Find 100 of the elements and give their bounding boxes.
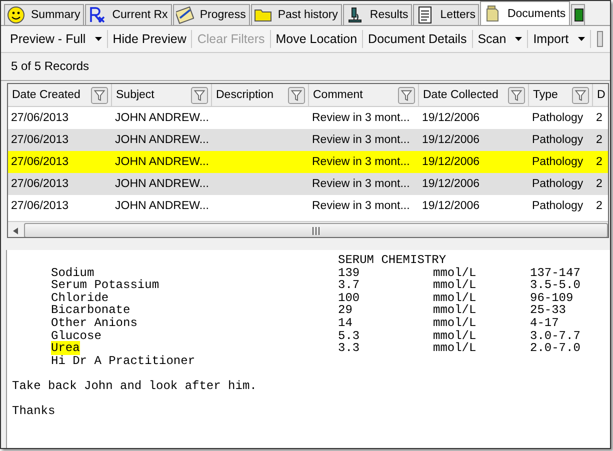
table-cell: 19/12/2006 — [422, 178, 480, 190]
reference-range: 2.0-7.0 — [530, 342, 582, 355]
tab[interactable]: Documents — [480, 1, 570, 25]
tab[interactable]: Current Rx — [85, 4, 172, 25]
toolbar-button[interactable]: Document Details — [363, 30, 472, 48]
table-cell: 19/12/2006 — [422, 112, 480, 124]
table-cell: 2 — [596, 112, 602, 124]
reference-range: 3.5-5.0 — [530, 279, 582, 292]
table-cell: JOHN ANDREW... — [115, 134, 209, 146]
test-unit: mmol/L — [433, 316, 478, 330]
table-row[interactable]: 27/06/2013 JOHN ANDREW... Review in 3 mont... 19/12/2006 Pathology 2 — [8, 151, 608, 173]
letter-text: Thanks — [12, 405, 56, 418]
table-cell: 27/06/2013 — [11, 134, 69, 146]
smiley-icon — [7, 6, 25, 24]
table-cell: Pathology — [532, 200, 584, 212]
tab[interactable]: Summary — [4, 4, 84, 25]
table-cell: 19/12/2006 — [422, 200, 480, 212]
microscope-icon — [346, 6, 364, 24]
greeting-text: Hi Dr A Practitioner — [51, 354, 196, 368]
test-name: Sodium — [51, 266, 94, 280]
table-cell: Pathology — [532, 112, 584, 124]
filter-icon[interactable] — [508, 86, 525, 104]
table-cell: Pathology — [532, 156, 584, 168]
table-cell: Review in 3 mont... — [312, 156, 410, 168]
tab[interactable]: Progress — [172, 4, 250, 25]
table-cell: Review in 3 mont... — [312, 178, 410, 190]
dropdown-button[interactable]: Scan — [472, 30, 528, 48]
rx-icon — [88, 6, 106, 24]
table-cell: 27/06/2013 — [11, 112, 69, 124]
column-header[interactable]: Description — [212, 84, 309, 106]
column-header[interactable]: Subject — [112, 84, 212, 106]
tab[interactable]: Past history — [250, 4, 342, 25]
test-unit: mmol/L — [433, 266, 478, 280]
caret-icon — [578, 37, 585, 41]
test-name: Urea — [51, 341, 80, 356]
table-cell: 27/06/2013 — [11, 178, 69, 190]
notepad-pen-icon — [176, 6, 194, 24]
table-row[interactable]: 27/06/2013 JOHN ANDREW... Review in 3 mont... 19/12/2006 Pathology 2 — [8, 129, 608, 151]
dropdown-button[interactable]: Import — [528, 30, 590, 48]
test-unit: mmol/L — [433, 330, 478, 342]
table-cell: Review in 3 mont... — [312, 200, 410, 212]
table-cell: 19/12/2006 — [422, 156, 480, 168]
test-name: Chloride — [51, 290, 109, 305]
table-cell: Review in 3 mont... — [312, 134, 410, 146]
caret-icon — [94, 37, 102, 41]
filter-icon[interactable] — [191, 86, 208, 104]
table-cell: 27/06/2013 — [11, 156, 69, 168]
test-value: 3.7 — [338, 279, 361, 292]
test-name: Serum Potassium — [51, 278, 160, 292]
scroll-left-icon[interactable] — [13, 226, 18, 234]
table-cell: 2 — [596, 134, 602, 146]
test-unit: mmol/L — [433, 342, 478, 355]
test-value: 5.3 — [338, 330, 361, 342]
column-header[interactable]: Date Created — [8, 84, 112, 106]
table-cell: JOHN ANDREW... — [115, 178, 209, 190]
column-header[interactable]: D — [593, 84, 608, 106]
table-cell: Pathology — [532, 178, 584, 190]
test-unit: mmol/L — [433, 292, 478, 304]
test-value: 3.3 — [338, 342, 361, 355]
document-icon — [416, 6, 434, 24]
reference-range: 25-33 — [530, 304, 568, 317]
table-cell: 2 — [596, 156, 602, 168]
dropdown-button[interactable]: Preview - Full — [5, 30, 107, 48]
filter-icon[interactable] — [398, 86, 415, 104]
table-row[interactable]: 27/06/2013 JOHN ANDREW... Review in 3 mont... 19/12/2006 Pathology 2 — [8, 173, 608, 195]
toolbar-button[interactable] — [596, 31, 603, 47]
test-value: 100 — [338, 292, 361, 304]
column-header[interactable]: Type — [529, 84, 593, 106]
column-header[interactable]: Comment — [309, 84, 419, 106]
table-cell: Pathology — [532, 134, 584, 146]
tab[interactable]: Results — [342, 4, 412, 25]
test-value: 139 — [338, 266, 361, 280]
test-unit: mmol/L — [433, 279, 478, 292]
test-value: 14 — [338, 316, 354, 330]
toolbar-button[interactable]: Move Location — [270, 30, 362, 48]
table-cell: 2 — [596, 178, 602, 190]
record-count: 5 of 5 Records — [1, 53, 610, 81]
reference-range: 4-17 — [530, 316, 560, 330]
table-cell: JOHN ANDREW... — [115, 156, 209, 168]
filter-icon[interactable] — [572, 86, 589, 104]
report-heading: SERUM CHEMISTRY — [338, 254, 448, 267]
caret-icon — [515, 37, 522, 41]
column-header[interactable]: Date Collected — [419, 84, 529, 106]
filter-icon[interactable] — [288, 86, 305, 104]
table-cell: 19/12/2006 — [422, 134, 480, 146]
test-name: Bicarbonate — [51, 303, 130, 318]
tab[interactable]: Letters — [413, 4, 480, 25]
table-cell: 2 — [596, 200, 602, 212]
test-unit: mmol/L — [433, 304, 478, 317]
table-cell: JOHN ANDREW... — [115, 200, 209, 212]
reference-range: 96-109 — [530, 292, 574, 304]
toolbar-button[interactable]: Hide Preview — [108, 30, 192, 48]
test-value: 29 — [338, 304, 354, 317]
reference-range: 3.0-7.7 — [530, 330, 582, 342]
test-name: Glucose — [51, 328, 102, 343]
grip-icon — [312, 226, 320, 234]
reference-range: 137-147 — [530, 266, 582, 280]
table-cell: 27/06/2013 — [11, 200, 69, 212]
filter-icon[interactable] — [91, 86, 108, 104]
tab[interactable] — [570, 4, 585, 25]
